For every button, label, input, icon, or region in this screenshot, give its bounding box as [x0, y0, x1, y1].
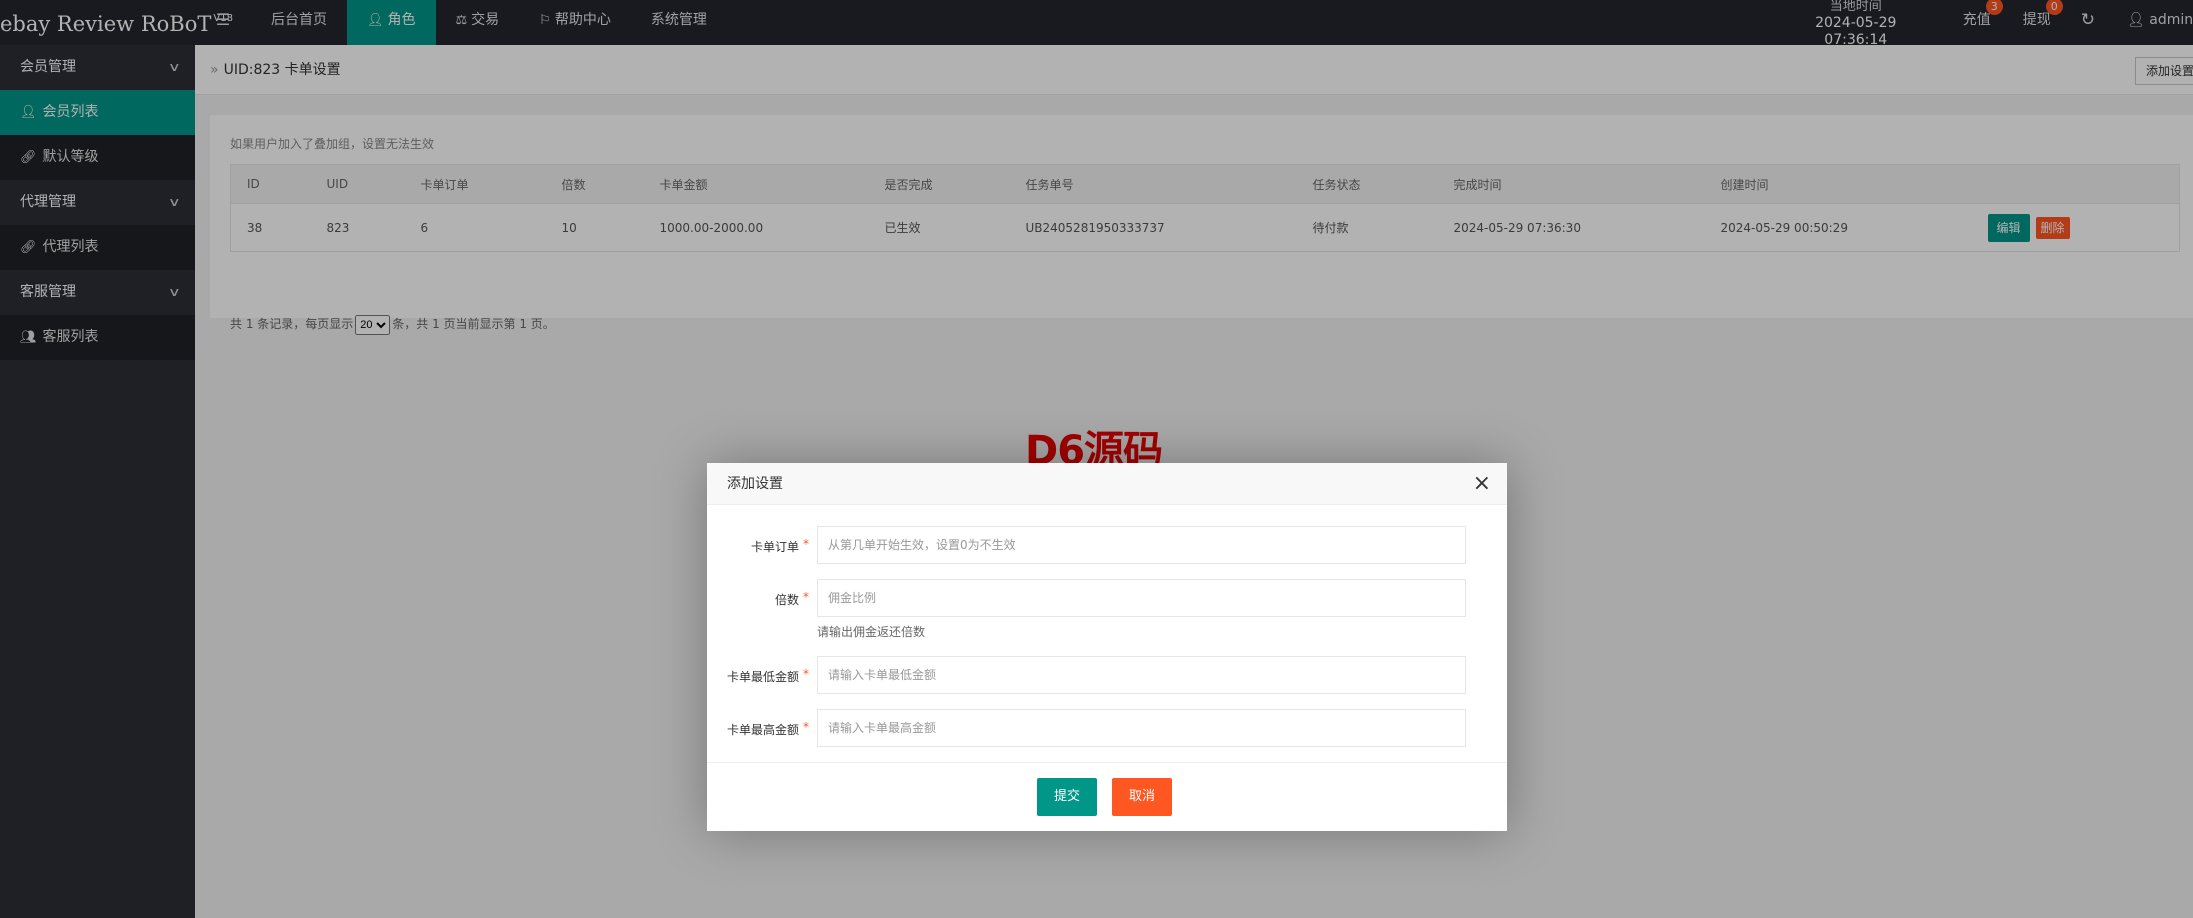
multiplier-input[interactable] [817, 579, 1466, 617]
field-label: 倍数 * [707, 590, 809, 608]
form-row-min-amount: 卡单最低金额 * [707, 656, 1507, 696]
close-icon[interactable]: × [1473, 463, 1491, 505]
field-label: 卡单最低金额 * [707, 667, 809, 685]
field-hint: 请输出佣金返还倍数 [817, 625, 926, 639]
required-mark: * [803, 720, 809, 734]
dialog-header: 添加设置 × [707, 463, 1507, 505]
submit-button[interactable]: 提交 [1037, 778, 1098, 816]
required-mark: * [803, 537, 809, 551]
cancel-button[interactable]: 取消 [1112, 778, 1173, 816]
card-order-input[interactable] [817, 526, 1466, 564]
field-label: 卡单最高金额 * [707, 720, 809, 738]
field-label-text: 卡单最低金额 [726, 670, 799, 684]
form-row-multiplier: 倍数 * 请输出佣金返还倍数 [707, 579, 1507, 641]
field-label: 卡单订单 * [707, 537, 809, 555]
form-row-max-amount: 卡单最高金额 * [707, 709, 1507, 749]
form-row-card-order: 卡单订单 * [707, 526, 1507, 566]
field-label-text: 卡单订单 [750, 540, 799, 554]
dialog-title: 添加设置 [727, 476, 783, 492]
add-setting-dialog: 添加设置 × 卡单订单 * 倍数 * 请输出佣金返还倍数 卡单最低金额 * 卡单最高金… [707, 463, 1507, 831]
required-mark: * [803, 590, 809, 604]
required-mark: * [803, 667, 809, 681]
field-label-text: 卡单最高金额 [726, 723, 799, 737]
dialog-footer: 提交 取消 [707, 762, 1507, 831]
field-label-text: 倍数 [774, 593, 799, 607]
max-amount-input[interactable] [817, 709, 1466, 747]
min-amount-input[interactable] [817, 656, 1466, 694]
